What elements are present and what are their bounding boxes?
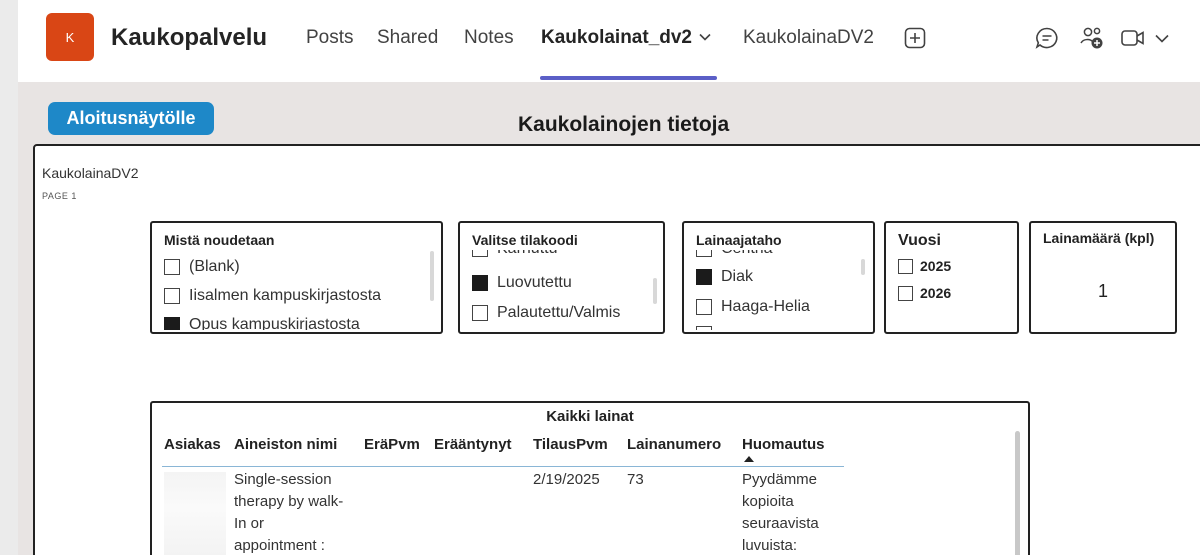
slicer-title: Mistä noudetaan <box>164 232 275 248</box>
checkbox[interactable] <box>696 299 712 315</box>
slicer-option[interactable]: Iisalmen kampuskirjastosta <box>164 287 381 305</box>
column-header-eraantynyt[interactable]: Erääntynyt <box>434 436 512 453</box>
cell-lainanumero: 73 <box>627 471 644 488</box>
column-header-asiakas[interactable]: Asiakas <box>164 436 221 453</box>
slicer-option-label: Palautettu/Valmis <box>497 304 621 321</box>
slicer-option-label: 2026 <box>920 285 952 301</box>
slicer-option[interactable]: Karhuttu <box>472 250 557 258</box>
chevron-down-icon[interactable] <box>698 30 712 44</box>
active-tab-indicator <box>540 76 717 80</box>
checkbox[interactable] <box>898 258 913 274</box>
cell-line: luvuista: <box>742 537 798 554</box>
cell-huomautus: Pyydämme kopioita seuraavista luvuista: <box>742 469 819 555</box>
header-divider <box>162 466 844 467</box>
team-name: Kaukopalvelu <box>111 24 268 51</box>
column-header-lainanumero[interactable]: Lainanumero <box>627 436 721 453</box>
checkbox[interactable] <box>164 288 180 304</box>
scrollbar[interactable] <box>861 259 865 275</box>
scrollbar[interactable] <box>430 251 434 301</box>
tab-posts[interactable]: Posts <box>306 27 354 49</box>
cell-line: Single-session <box>234 471 332 488</box>
checkbox[interactable] <box>696 250 712 257</box>
add-people-icon[interactable] <box>1079 26 1105 50</box>
tab-kaukolainat-dv2[interactable]: Kaukolainat_dv2 <box>541 27 692 49</box>
checkbox-checked[interactable] <box>696 269 712 285</box>
cell-line: kopioita <box>742 493 794 510</box>
checkbox-checked[interactable] <box>472 275 488 291</box>
scrollbar[interactable] <box>653 278 657 304</box>
slicer-option-label: Karhuttu <box>497 250 557 258</box>
slicer-option-label: Haaga-Helia <box>721 298 810 315</box>
slicer-option[interactable]: Diak <box>696 268 753 286</box>
slicer-option-label: (Blank) <box>189 258 240 275</box>
checkbox-checked[interactable] <box>164 317 180 330</box>
slicer-option-label: Iisalmen kampuskirjastosta <box>189 287 382 304</box>
cell-asiakas-redacted <box>164 472 226 555</box>
tab-notes[interactable]: Notes <box>464 27 514 49</box>
slicer-option[interactable]: Luovutettu <box>472 274 572 292</box>
cell-tilauspvm: 2/19/2025 <box>533 471 600 488</box>
card-value: 1 <box>1097 281 1108 301</box>
checkbox[interactable] <box>472 250 488 257</box>
slicer-option[interactable]: Palautettu/Valmis <box>472 304 620 322</box>
video-call-icon[interactable] <box>1120 26 1146 50</box>
team-avatar[interactable]: K <box>46 13 94 61</box>
video-options-chevron-icon[interactable] <box>1154 26 1170 50</box>
slicer-title: Valitse tilakoodi <box>472 232 578 248</box>
column-header-aineiston-nimi[interactable]: Aineiston nimi <box>234 436 337 453</box>
home-button[interactable]: Aloitusnäytölle <box>48 102 214 135</box>
slicer-option-label: Opus kampuskirjastosta <box>189 316 360 330</box>
add-tab-icon[interactable] <box>904 27 926 49</box>
cell-line: In or <box>234 515 265 532</box>
tab-kaukolainadv2[interactable]: KaukolainaDV2 <box>743 27 874 49</box>
cell-line: therapy by walk- <box>234 493 344 510</box>
slicer-lender: Lainaajataho Centria Diak Haaga-Helia <box>682 221 875 334</box>
slicer-order-code: Valitse tilakoodi Karhuttu Luovutettu Pa… <box>458 221 665 334</box>
column-header-tilauspvm[interactable]: TilausPvm <box>533 436 608 453</box>
slicer-pickup-location: Mistä noudetaan (Blank) Iisalmen kampusk… <box>150 221 443 334</box>
slicer-title: Vuosi <box>898 232 941 249</box>
card-loan-count: Lainamäärä (kpl) 1 <box>1029 221 1177 334</box>
slicer-option[interactable]: (Blank) <box>164 258 240 276</box>
slicer-title: Lainaajataho <box>696 232 782 248</box>
chat-icon[interactable] <box>1034 26 1060 50</box>
slicer-option-partial[interactable] <box>696 326 721 330</box>
slicer-option-label: Centria <box>721 250 773 258</box>
checkbox[interactable] <box>164 259 180 275</box>
cell-aineiston-nimi: Single-session therapy by walk- In or ap… <box>234 469 343 555</box>
checkbox[interactable] <box>696 326 712 330</box>
table-all-loans: Kaikki lainat Asiakas Aineiston nimi Erä… <box>150 401 1030 555</box>
slicer-option-label: 2025 <box>920 258 952 274</box>
cell-line: Pyydämme <box>742 471 818 488</box>
left-rail <box>0 0 18 555</box>
table-title: Kaikki lainat <box>546 408 634 425</box>
slicer-option-label: Luovutettu <box>497 274 572 291</box>
sort-ascending-icon <box>744 456 754 462</box>
slicer-option[interactable]: Opus kampuskirjastosta <box>164 316 360 330</box>
tab-shared[interactable]: Shared <box>377 27 438 49</box>
slicer-list: Karhuttu Luovutettu Palautettu/Valmis <box>460 250 663 330</box>
cell-line: appointment : <box>234 537 325 554</box>
column-header-huomautus[interactable]: Huomautus <box>742 436 825 453</box>
page-name: KaukolainaDV2 <box>42 165 139 181</box>
checkbox[interactable] <box>472 305 488 321</box>
slicer-list: (Blank) Iisalmen kampuskirjastosta Opus … <box>152 251 441 330</box>
slicer-list: Centria Diak Haaga-Helia <box>684 250 873 330</box>
team-avatar-letter: K <box>65 29 75 45</box>
card-title: Lainamäärä (kpl) <box>1043 230 1155 246</box>
slicer-option[interactable]: Centria <box>696 250 773 258</box>
slicer-year: Vuosi 2025 2026 <box>884 221 1019 334</box>
report-title: Kaukolainojen tietoja <box>518 113 730 136</box>
table-scrollbar[interactable] <box>1015 431 1020 555</box>
slicer-option[interactable]: 2026 <box>898 285 951 301</box>
cell-line: seuraavista <box>742 515 819 532</box>
checkbox[interactable] <box>898 285 913 301</box>
column-header-erapvm[interactable]: EräPvm <box>364 436 420 453</box>
slicer-option-label: Diak <box>721 268 754 285</box>
slicer-option[interactable]: 2025 <box>898 258 951 274</box>
page-number: PAGE 1 <box>42 191 77 201</box>
slicer-option[interactable]: Haaga-Helia <box>696 298 810 316</box>
